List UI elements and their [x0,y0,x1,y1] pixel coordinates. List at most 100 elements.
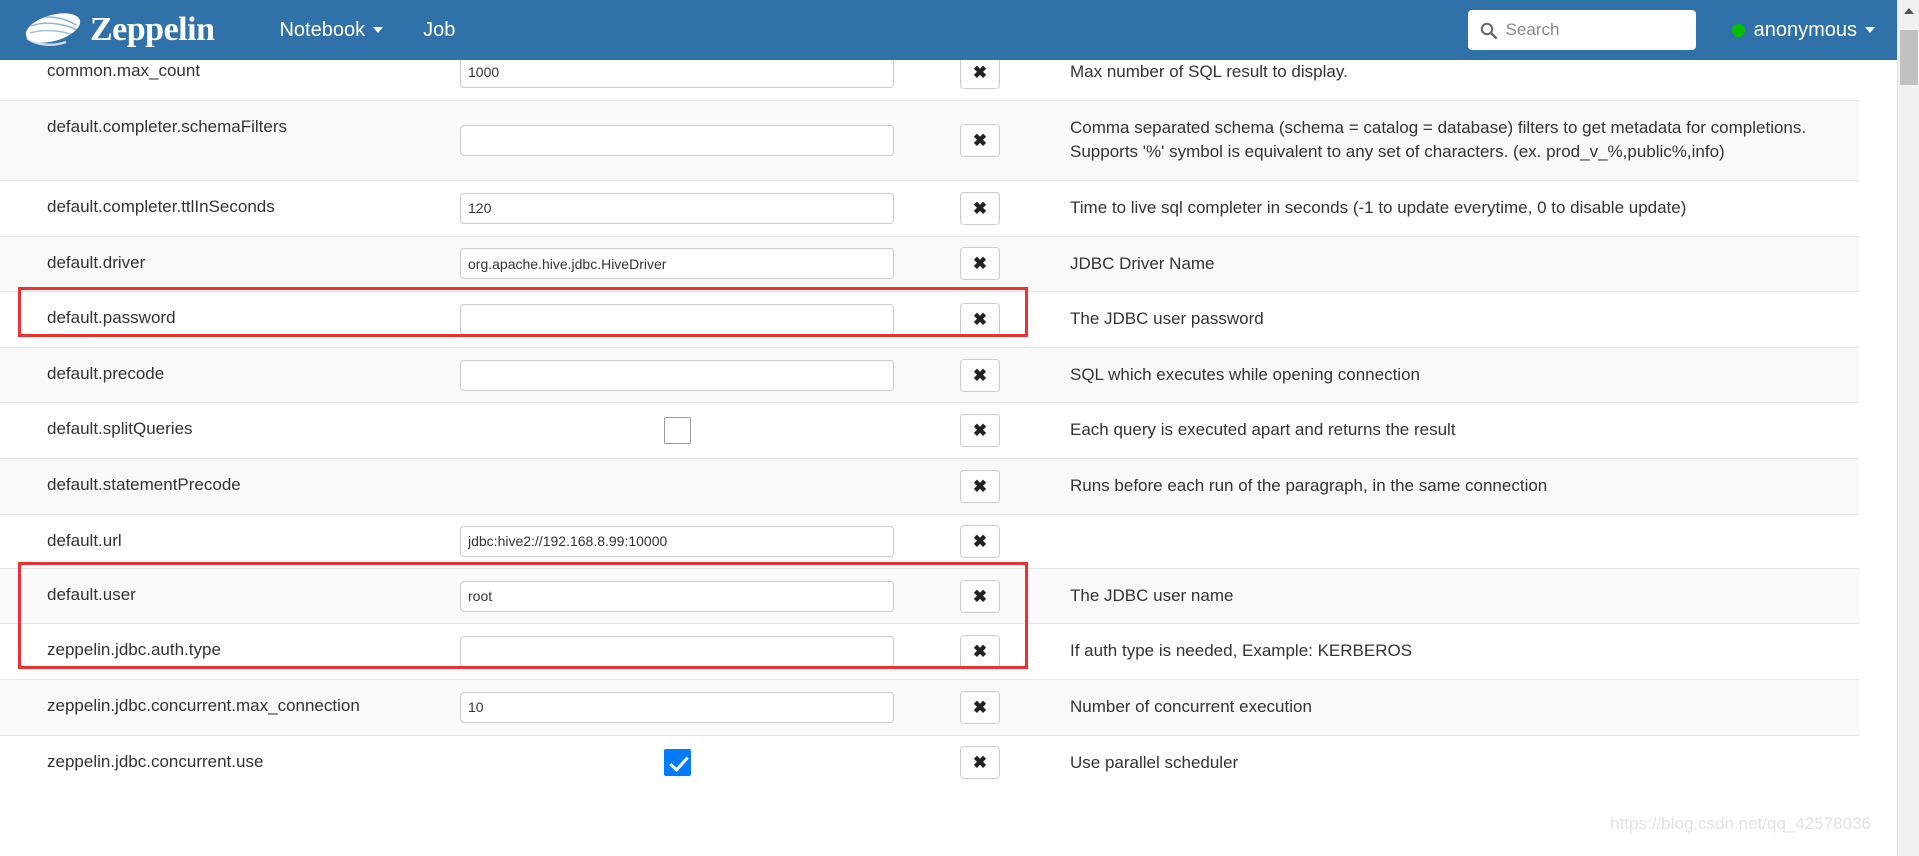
property-key-label: default.driver [47,252,146,272]
table-row: default.statementPrecode ✖ Runs before eac… [0,458,1859,514]
remove-property-button[interactable]: ✖ [960,303,1000,337]
property-value-cell [460,237,960,292]
property-key-label: zeppelin.jdbc.concurrent.use [47,751,264,771]
property-key-label: default.completer.ttlInSeconds [47,196,275,216]
property-key-label: default.splitQueries [47,419,193,439]
remove-property-button[interactable]: ✖ [960,746,1000,780]
primary-nav: Notebook Job [259,0,475,60]
property-description-label: If auth type is needed, Example: KERBERO… [1070,641,1413,661]
zeppelin-interpreter-page: common.max_count✖Max number of SQL resul… [0,0,1919,856]
property-value-cell [460,403,960,458]
brand-link[interactable]: Zeppelin [22,0,215,60]
property-key-label: default.password [47,308,176,328]
property-remove-cell: ✖ [960,624,1070,679]
remove-property-button[interactable]: ✖ [960,690,1000,724]
table-row: default.completer.schemaFilters ✖ Comma se… [0,99,1859,180]
property-remove-cell: ✖ [960,403,1070,458]
property-value-cell [460,680,960,735]
property-value-cell [460,292,960,347]
property-value-input[interactable] [460,691,894,723]
property-value-input[interactable] [460,56,894,88]
chevron-down-icon [373,27,384,33]
property-checkbox-wrapper [460,749,894,777]
property-value-cell [460,624,960,679]
property-remove-cell: ✖ [960,680,1070,735]
remove-property-button[interactable]: ✖ [960,358,1000,392]
property-value-cell [460,181,960,236]
search-input[interactable] [1503,19,1684,41]
table-row: default.password ✖ The JDBC user password [0,291,1859,347]
navbar-right-group: anonymous [1467,10,1875,50]
nav-item-notebook-label: Notebook [279,19,366,41]
property-description-label: Each query is executed apart and returns… [1070,420,1456,440]
property-description-label: Runs before each run of the paragraph, i… [1070,476,1548,496]
property-description-label: Time to live sql completer in seconds (-… [1070,197,1687,217]
remove-property-button[interactable]: ✖ [960,579,1000,613]
property-value-input[interactable] [460,636,894,668]
property-key-label: zeppelin.jdbc.auth.type [47,640,221,660]
nav-item-notebook[interactable]: Notebook [259,0,403,60]
user-name-label: anonymous [1753,18,1857,41]
property-key-label: zeppelin.jdbc.concurrent.max_connection [47,695,360,715]
settings-scroll-region: common.max_count✖Max number of SQL resul… [0,0,1897,856]
interpreter-properties-table: common.max_count✖Max number of SQL resul… [0,45,1859,791]
table-row: default.completer.ttlInSeconds ✖ Time to l… [0,179,1859,236]
triangle-up-icon [1904,8,1914,14]
table-row: default.url ✖ [0,513,1859,568]
scrollbar-thumb[interactable] [1900,30,1918,85]
user-chevron-down-icon [1865,27,1875,33]
property-remove-cell: ✖ [960,348,1070,403]
property-value-cell [460,736,960,791]
property-remove-cell: ✖ [960,736,1070,791]
remove-property-button[interactable]: ✖ [960,247,1000,281]
nav-item-job[interactable]: Job [403,0,475,60]
remove-property-button[interactable]: ✖ [960,191,1000,225]
remove-property-button[interactable]: ✖ [960,123,1000,157]
table-row: zeppelin.jdbc.concurrent.max_connection ✖… [0,678,1859,735]
property-key-label: default.statementPrecode [47,475,241,495]
property-value-cell [460,515,960,568]
property-description-label: Comma separated schema (schema = catalog… [1070,117,1807,162]
remove-property-button[interactable]: ✖ [960,635,1000,669]
table-row: zeppelin.jdbc.concurrent.use ✖ Use paralle… [0,734,1859,791]
property-value-input[interactable] [460,359,894,391]
property-description-label: JDBC Driver Name [1070,253,1215,273]
remove-property-button[interactable]: ✖ [960,55,1000,89]
search-box[interactable] [1467,10,1696,50]
property-key-label: default.user [47,584,136,604]
brand-title: Zeppelin [90,11,215,48]
property-remove-cell: ✖ [960,292,1070,347]
remove-property-button[interactable]: ✖ [960,414,1000,448]
vertical-scrollbar[interactable] [1897,0,1919,856]
table-row: zeppelin.jdbc.auth.type ✖ If auth type is … [0,623,1859,679]
property-checkbox-wrapper [460,417,894,445]
property-remove-cell: ✖ [960,181,1070,236]
property-value-cell [460,101,960,180]
property-value-input[interactable] [460,304,894,336]
property-value-input[interactable] [460,248,894,280]
property-description-label: Number of concurrent execution [1070,696,1312,716]
user-menu[interactable]: anonymous [1731,18,1875,42]
remove-property-button[interactable]: ✖ [960,524,1000,558]
property-value-input[interactable] [460,525,894,557]
property-value-cell [460,348,960,403]
user-status-icon [1731,23,1745,37]
zeppelin-logo-icon [25,13,81,47]
property-value-checkbox[interactable] [663,417,691,445]
property-description-label: The JDBC user password [1070,309,1264,329]
table-row: default.splitQueries ✖ Each query is execu… [0,402,1859,459]
property-description-label: SQL which executes while opening connect… [1070,364,1420,384]
property-value-input[interactable] [460,580,894,612]
property-value-input[interactable] [460,192,894,224]
scrollbar-up-button[interactable] [1898,0,1919,22]
property-key-label: default.precode [47,363,165,383]
property-value-cell [460,569,960,624]
remove-property-button[interactable]: ✖ [960,469,1000,503]
property-remove-cell: ✖ [960,515,1070,568]
property-value-input[interactable] [460,124,894,156]
property-value-checkbox[interactable] [663,749,691,777]
property-key-label: default.url [47,530,122,550]
property-description-label [1070,515,1859,568]
property-remove-cell: ✖ [960,237,1070,292]
property-description-label: Use parallel scheduler [1070,752,1239,772]
